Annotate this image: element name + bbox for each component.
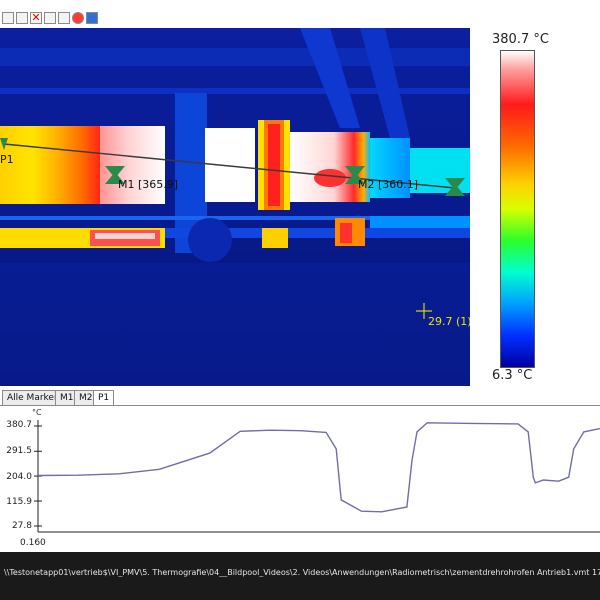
cursor-readout: 29.7 (1) — [428, 315, 470, 328]
scale-max-label: 380.7 °C — [492, 32, 549, 47]
temperature-scale: 380.7 °C 6.3 °C — [470, 28, 600, 386]
marker-p1-label: P1 — [0, 153, 14, 166]
image-icon[interactable] — [16, 12, 28, 24]
marker-m1-label: M1 [365.9] — [118, 178, 178, 191]
y-tick-label: 380.7 — [6, 420, 32, 430]
y-tick-label: 27.8 — [11, 521, 32, 531]
marker-m2-label: M2 [360.1] — [358, 178, 418, 191]
marker-tabs: Alle Marker M1 M2 P1 — [0, 390, 600, 406]
y-tick-label: 115.9 — [6, 497, 32, 507]
tab-p1[interactable]: P1 — [93, 390, 115, 406]
record-icon[interactable] — [72, 12, 84, 24]
y-unit-label: °C — [32, 408, 42, 417]
toolbar: ✕ — [0, 0, 600, 29]
y-tick-label: 204.0 — [6, 472, 32, 482]
scale-min-label: 6.3 °C — [492, 368, 533, 383]
tab-alle-marker[interactable]: Alle Marker — [2, 390, 63, 405]
thermal-image[interactable]: P1 M1 [365.9] M2 [360.1] 29.7 (1) — [0, 28, 470, 386]
x-tick-label: 0.160 — [20, 538, 46, 548]
color-scale-bar — [500, 50, 535, 368]
file-path: \\Testonetapp01\vertrieb$\VI_PMV\5. Ther… — [4, 568, 600, 577]
delete-icon[interactable]: ✕ — [30, 12, 42, 24]
settings-icon[interactable] — [86, 12, 98, 24]
profile-line — [37, 422, 600, 513]
export-icon[interactable] — [58, 12, 70, 24]
y-tick-label: 291.5 — [6, 446, 32, 456]
status-bar: \\Testonetapp01\vertrieb$\VI_PMV\5. Ther… — [0, 552, 600, 600]
open-icon[interactable] — [2, 12, 14, 24]
copy-icon[interactable] — [44, 12, 56, 24]
profile-graph — [0, 406, 600, 550]
